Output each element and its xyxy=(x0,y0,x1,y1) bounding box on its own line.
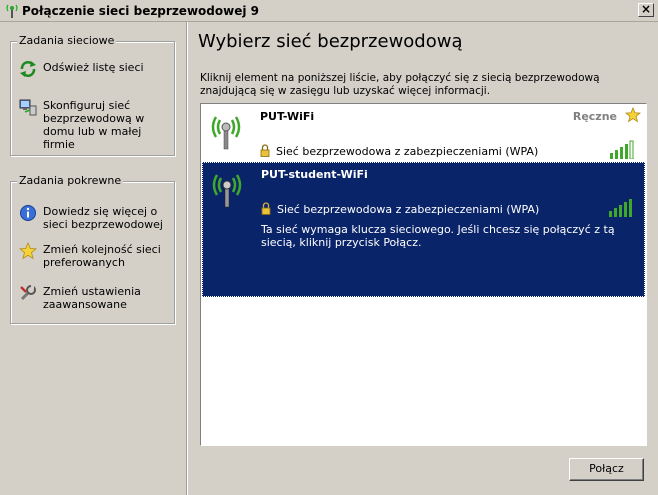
connect-button-label: Połącz xyxy=(589,462,624,475)
network-security-text: Sieć bezprzewodowa z zabezpieczeniami (W… xyxy=(277,203,540,216)
sidebar-divider xyxy=(186,22,188,495)
refresh-network-list-link[interactable]: Odśwież listę sieci xyxy=(19,60,169,80)
network-message: Ta sieć wymaga klucza sieciowego. Jeśli … xyxy=(261,223,615,249)
page-title: Wybierz sieć bezprzewodową xyxy=(198,31,463,52)
network-item-put-wifi[interactable]: PUT-WiFi Ręczne Sieć bezprzewodowa z zab… xyxy=(202,105,645,162)
change-advanced-settings-link[interactable]: Zmień ustawienia zaawansowane xyxy=(19,284,169,314)
wireless-antenna-icon xyxy=(211,116,241,150)
window-title: Połączenie sieci bezprzewodowej 9 xyxy=(22,4,259,18)
signal-strength-icon xyxy=(610,140,634,159)
network-item-put-student-wifi[interactable]: PUT-student-WiFi Sieć bezprzewodowa z za… xyxy=(202,162,645,297)
wireless-network-window: Połączenie sieci bezprzewodowej 9 × Zada… xyxy=(0,0,658,495)
setup-wireless-network-link[interactable]: Skonfiguruj sieć bezprzewodową w domu lu… xyxy=(19,98,169,151)
change-advanced-settings-label: Zmień ustawienia zaawansowane xyxy=(43,285,141,311)
refresh-network-list-label: Odśwież listę sieci xyxy=(43,61,144,74)
network-name: PUT-student-WiFi xyxy=(261,168,368,181)
network-mode: Ręczne xyxy=(572,110,617,123)
close-button[interactable]: × xyxy=(638,3,654,17)
instructions-text: Kliknij element na poniższej liście, aby… xyxy=(200,72,600,97)
star-icon xyxy=(19,242,37,260)
network-security-text: Sieć bezprzewodowa z zabezpieczeniami (W… xyxy=(276,145,539,158)
wireless-antenna-icon xyxy=(212,174,242,208)
network-name: PUT-WiFi xyxy=(260,110,315,123)
related-tasks-panel: Zadania pokrewne Dowiedz się więcej o si… xyxy=(10,174,175,324)
change-preferred-order-label: Zmień kolejność sieci preferowanych xyxy=(43,243,161,269)
learn-about-wireless-link[interactable]: Dowiedz się więcej o sieci bezprzewodowe… xyxy=(19,204,169,234)
network-tasks-title: Zadania sieciowe xyxy=(17,34,117,47)
related-tasks-title: Zadania pokrewne xyxy=(17,174,124,187)
info-icon xyxy=(20,205,36,221)
wireless-icon xyxy=(6,4,18,18)
settings-icon xyxy=(20,285,36,301)
signal-strength-icon xyxy=(609,199,632,217)
change-preferred-order-link[interactable]: Zmień kolejność sieci preferowanych xyxy=(19,242,169,272)
connect-button[interactable]: Połącz xyxy=(569,458,644,481)
refresh-icon xyxy=(20,61,36,77)
lock-icon xyxy=(260,144,270,157)
preferred-star-icon xyxy=(625,107,641,123)
learn-about-wireless-label: Dowiedz się więcej o sieci bezprzewodowe… xyxy=(43,205,163,231)
network-setup-icon xyxy=(19,99,37,116)
network-tasks-panel: Zadania sieciowe Odśwież listę sieci Sko… xyxy=(10,34,175,156)
lock-icon xyxy=(261,202,271,215)
title-bar: Połączenie sieci bezprzewodowej 9 × xyxy=(0,0,658,22)
network-list[interactable]: PUT-WiFi Ręczne Sieć bezprzewodowa z zab… xyxy=(200,103,647,446)
setup-wireless-network-label: Skonfiguruj sieć bezprzewodową w domu lu… xyxy=(43,99,145,151)
